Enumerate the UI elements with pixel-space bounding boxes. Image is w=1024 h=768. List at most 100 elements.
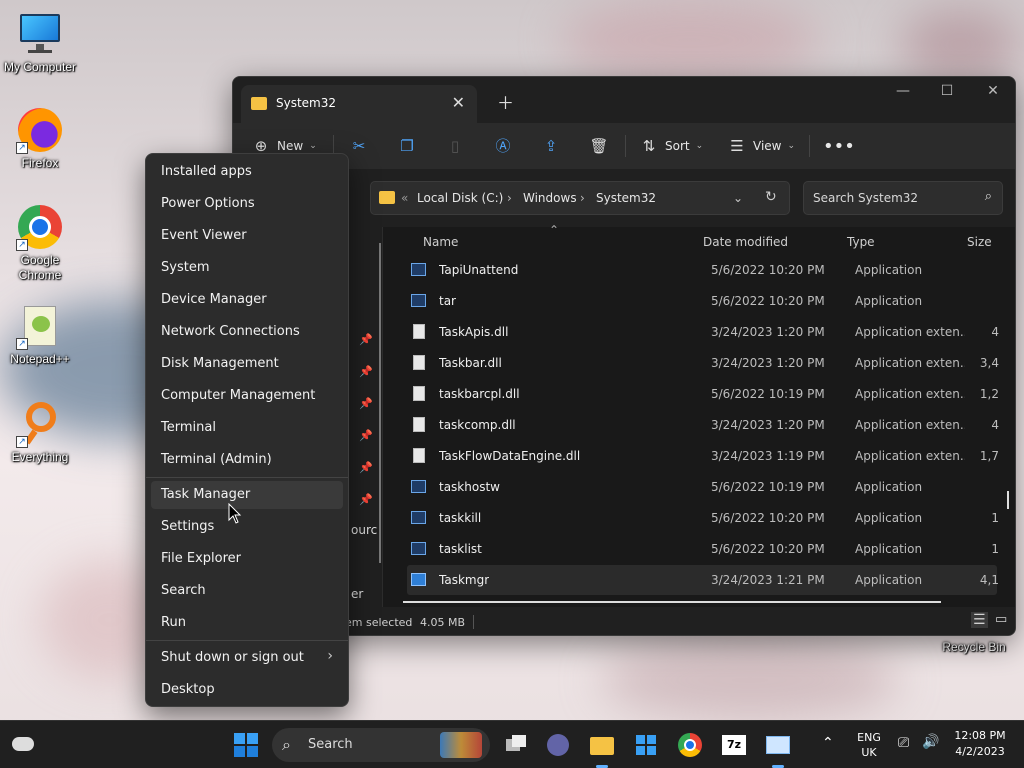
pin-icon[interactable]: 📌: [359, 493, 373, 506]
show-hidden-icons-chevron[interactable]: ⌃: [822, 735, 834, 751]
start-button[interactable]: [232, 731, 260, 759]
desktop-icon-my-computer[interactable]: My Computer: [0, 10, 80, 75]
menu-item-desktop[interactable]: Desktop: [151, 676, 343, 704]
search-box[interactable]: Search System32 ⌕: [803, 181, 1003, 215]
menu-item-file-explorer[interactable]: File Explorer: [151, 545, 343, 573]
file-row[interactable]: taskhostw 5/6/2022 10:19 PM Application: [407, 472, 997, 502]
pin-icon[interactable]: 📌: [359, 333, 373, 346]
file-type: Application: [855, 294, 923, 308]
menu-item-event-viewer[interactable]: Event Viewer: [151, 222, 343, 250]
task-manager-taskbar-icon[interactable]: [764, 731, 792, 768]
chrome-icon: ↗: [16, 203, 64, 251]
details-view-icon[interactable]: ☰: [971, 612, 988, 628]
nav-scrollbar[interactable]: [379, 243, 381, 563]
file-row[interactable]: TaskFlowDataEngine.dll 3/24/2023 1:19 PM…: [407, 441, 999, 471]
chrome-taskbar-icon[interactable]: [676, 731, 704, 759]
selection-status: em selected: [345, 616, 413, 629]
desktop-icon-label: My Computer: [3, 60, 77, 74]
chevron-down-icon[interactable]: ⌄: [733, 191, 743, 205]
file-size: 1,7: [979, 449, 999, 463]
horizontal-scrollbar[interactable]: [403, 601, 941, 603]
microsoft-store-icon[interactable]: [632, 731, 660, 759]
taskbar: ⌕ Search 7z ⌃ ENG UK ⎚ 🔊 12:08 PM 4/2/20: [0, 720, 1024, 768]
menu-item-settings[interactable]: Settings: [151, 513, 343, 541]
file-row[interactable]: TapiUnattend 5/6/2022 10:20 PM Applicati…: [407, 255, 997, 285]
file-type: Application exten...: [855, 356, 965, 370]
cut-button[interactable]: ✂: [349, 134, 369, 158]
desktop-icon-firefox[interactable]: ↗ Firefox: [0, 106, 80, 171]
menu-item-installed-apps[interactable]: Installed apps: [151, 158, 343, 186]
desktop-icon-notepad-plus-plus[interactable]: ↗ Notepad++: [0, 302, 80, 367]
tab-system32[interactable]: System32 ✕: [241, 85, 477, 123]
menu-item-terminal[interactable]: Terminal: [151, 414, 343, 442]
view-button[interactable]: ☰ View ⌄: [727, 134, 795, 158]
menu-item-power-options[interactable]: Power Options: [151, 190, 343, 218]
menu-item-search[interactable]: Search: [151, 577, 343, 605]
file-name: taskbarcpl.dll: [439, 387, 520, 401]
menu-item-terminal-admin[interactable]: Terminal (Admin): [151, 446, 343, 474]
menu-item-device-manager[interactable]: Device Manager: [151, 286, 343, 314]
rename-button[interactable]: Ⓐ: [493, 134, 513, 158]
paste-button[interactable]: ▯: [445, 134, 465, 158]
delete-button[interactable]: 🗑: [589, 134, 609, 158]
chevron-left-icon: «: [401, 191, 409, 205]
nav-item-label[interactable]: ourc: [351, 523, 377, 537]
close-tab-icon[interactable]: ✕: [452, 93, 465, 112]
close-window-icon[interactable]: ✕: [973, 83, 1013, 99]
file-explorer-taskbar-icon[interactable]: [588, 731, 616, 768]
minimize-icon[interactable]: —: [883, 83, 923, 99]
copy-button[interactable]: ❐: [397, 134, 417, 158]
menu-item-disk-management[interactable]: Disk Management: [151, 350, 343, 378]
volume-icon[interactable]: 🔊: [922, 734, 939, 750]
vertical-scrollbar[interactable]: [1007, 491, 1009, 509]
column-header-name[interactable]: Name: [423, 235, 458, 249]
desktop-icon-label: Notepad++: [10, 352, 70, 366]
sort-button[interactable]: ⇅ Sort ⌄: [639, 134, 703, 158]
nav-item-label[interactable]: er: [351, 587, 363, 601]
breadcrumb-item[interactable]: System32: [596, 191, 656, 205]
file-row[interactable]: taskbarcpl.dll 5/6/2022 10:19 PM Applica…: [407, 379, 999, 409]
clock[interactable]: 12:08 PM 4/2/2023: [948, 729, 1012, 758]
address-bar[interactable]: « Local Disk (C:) › Windows › System32 ⌄…: [370, 181, 790, 215]
file-row[interactable]: taskcomp.dll 3/24/2023 1:20 PM Applicati…: [407, 410, 999, 440]
task-view-icon[interactable]: [502, 731, 530, 759]
desktop-icon-google-chrome[interactable]: ↗ Google Chrome: [0, 203, 80, 283]
weather-icon[interactable]: [10, 731, 38, 759]
pin-icon[interactable]: 📌: [359, 461, 373, 474]
desktop-icon-everything[interactable]: ↗ Everything: [0, 400, 80, 465]
menu-item-run[interactable]: Run: [151, 609, 343, 637]
new-tab-button[interactable]: ＋: [497, 89, 514, 114]
menu-item-system[interactable]: System: [151, 254, 343, 282]
taskbar-search[interactable]: ⌕ Search: [272, 728, 490, 762]
pin-icon[interactable]: 📌: [359, 397, 373, 410]
pin-icon[interactable]: 📌: [359, 429, 373, 442]
seven-zip-icon[interactable]: 7z: [720, 731, 748, 759]
column-header-type[interactable]: Type: [847, 235, 875, 249]
menu-item-shut-down[interactable]: Shut down or sign out ›: [151, 644, 343, 672]
file-row-selected[interactable]: Taskmgr 3/24/2023 1:21 PM Application 4,…: [407, 565, 999, 595]
file-row[interactable]: Taskbar.dll 3/24/2023 1:20 PM Applicatio…: [407, 348, 999, 378]
file-type: Application: [855, 263, 923, 277]
column-header-date[interactable]: Date modified: [703, 235, 788, 249]
file-row[interactable]: taskkill 5/6/2022 10:20 PM Application 1: [407, 503, 999, 533]
menu-item-network-connections[interactable]: Network Connections: [151, 318, 343, 346]
file-row[interactable]: tar 5/6/2022 10:20 PM Application: [407, 286, 997, 316]
network-icon[interactable]: ⎚: [898, 735, 909, 751]
file-row[interactable]: TaskApis.dll 3/24/2023 1:20 PM Applicati…: [407, 317, 999, 347]
refresh-icon[interactable]: ↻: [765, 189, 777, 205]
language-indicator[interactable]: ENG UK: [852, 731, 886, 759]
teams-chat-icon[interactable]: [544, 731, 572, 759]
tiles-view-icon[interactable]: ▭: [995, 612, 1007, 627]
breadcrumb-item[interactable]: Local Disk (C:): [417, 191, 503, 205]
search-input[interactable]: Search System32: [813, 191, 918, 205]
maximize-icon[interactable]: ☐: [927, 83, 967, 99]
breadcrumb-item[interactable]: Windows: [523, 191, 577, 205]
share-button[interactable]: ⇪: [541, 134, 561, 158]
menu-item-task-manager[interactable]: Task Manager: [151, 481, 343, 509]
column-header-size[interactable]: Size: [967, 235, 992, 249]
file-row[interactable]: tasklist 5/6/2022 10:20 PM Application 1: [407, 534, 999, 564]
more-options-button[interactable]: •••: [823, 134, 855, 158]
menu-item-computer-management[interactable]: Computer Management: [151, 382, 343, 410]
pin-icon[interactable]: 📌: [359, 365, 373, 378]
share-icon: ⇪: [544, 137, 558, 155]
